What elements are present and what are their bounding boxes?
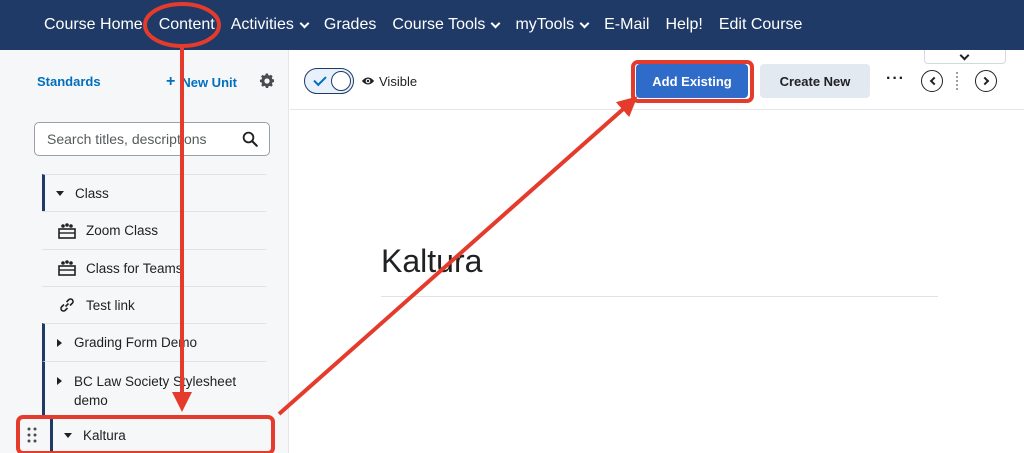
class-icon — [58, 222, 76, 239]
previous-unit-button[interactable] — [921, 70, 943, 92]
tree-topic-test-link[interactable]: Test link — [42, 286, 266, 323]
nav-mytools[interactable]: myTools — [507, 0, 596, 50]
content-sidebar: Standards + New Unit Class — [0, 50, 289, 453]
nav-course-tools[interactable]: Course Tools — [384, 0, 507, 50]
visibility-toggle[interactable] — [304, 68, 354, 94]
eye-icon — [361, 77, 375, 85]
tree-unit-class[interactable]: Class — [42, 174, 266, 211]
drag-handle-icon[interactable] — [26, 426, 38, 444]
nav-email[interactable]: E-Mail — [596, 0, 657, 50]
chevron-down-icon — [490, 18, 501, 28]
new-unit-button[interactable]: + New Unit — [166, 73, 237, 91]
tree-item-label: Test link — [86, 297, 135, 313]
tree-unit-grading-form-demo[interactable]: Grading Form Demo — [42, 323, 266, 361]
unit-indicator-bar — [50, 417, 53, 453]
nav-content[interactable]: Content — [151, 0, 223, 50]
class-icon — [58, 260, 76, 276]
chevron-down-icon — [299, 18, 310, 28]
top-navigation-bar: Course Home Content Activities Grades Co… — [0, 0, 1024, 50]
caret-down-icon[interactable] — [64, 432, 72, 438]
content-tree: Class Zoom Class Class for Teams Test li… — [42, 174, 266, 417]
next-unit-button[interactable] — [975, 70, 997, 92]
more-options-icon[interactable]: ··· — [886, 70, 905, 88]
search-input[interactable] — [35, 123, 225, 155]
caret-right-icon[interactable] — [57, 338, 62, 347]
tree-item-label: Class for Teams — [86, 260, 183, 276]
nav-help[interactable]: Help! — [657, 0, 710, 50]
nav-course-home[interactable]: Course Home — [36, 0, 151, 50]
tree-topic-zoom-class[interactable]: Zoom Class — [42, 211, 266, 249]
caret-right-icon[interactable] — [57, 377, 62, 385]
gear-icon[interactable] — [258, 72, 276, 90]
chevron-down-icon — [959, 50, 970, 61]
visible-label: Visible — [379, 74, 418, 89]
tree-unit-bc-law-society[interactable]: BC Law Society Stylesheet demo — [42, 361, 266, 417]
caret-down-icon[interactable] — [56, 190, 64, 196]
tree-item-label: BC Law Society Stylesheet demo — [74, 374, 237, 408]
divider — [956, 72, 958, 90]
check-icon — [313, 72, 327, 87]
search-icon[interactable] — [241, 130, 259, 148]
content-toolbar: Visible Add Existing Create New ··· — [290, 50, 1024, 110]
nav-edit-course[interactable]: Edit Course — [711, 0, 811, 50]
chevron-left-icon — [929, 76, 938, 86]
tree-item-label: Class — [75, 185, 109, 201]
tree-item-label: Grading Form Demo — [74, 335, 198, 350]
divider — [381, 296, 938, 297]
sidebar-header: Standards + New Unit — [0, 50, 289, 110]
standards-link[interactable]: Standards — [37, 74, 101, 89]
plus-icon: + — [166, 73, 176, 90]
tree-topic-class-for-teams[interactable]: Class for Teams — [42, 249, 266, 286]
chevron-right-icon — [980, 76, 989, 86]
toggle-knob — [331, 71, 351, 91]
create-new-button[interactable]: Create New — [760, 64, 870, 98]
tree-item-label: Kaltura — [83, 427, 126, 443]
nav-activities[interactable]: Activities — [223, 0, 316, 50]
tree-item-label: Zoom Class — [86, 223, 159, 238]
chevron-down-icon — [579, 18, 590, 28]
main-content: Visible Add Existing Create New ··· Kalt… — [290, 50, 1024, 453]
nav-grades[interactable]: Grades — [316, 0, 384, 50]
tree-unit-kaltura-selected[interactable]: Kaltura — [18, 417, 274, 453]
page-title: Kaltura — [381, 243, 483, 279]
add-existing-button[interactable]: Add Existing — [636, 64, 748, 98]
new-unit-label: New Unit — [181, 74, 237, 90]
link-icon — [60, 298, 74, 312]
collapse-header-tab[interactable] — [924, 50, 1006, 64]
search-field[interactable] — [34, 122, 270, 156]
